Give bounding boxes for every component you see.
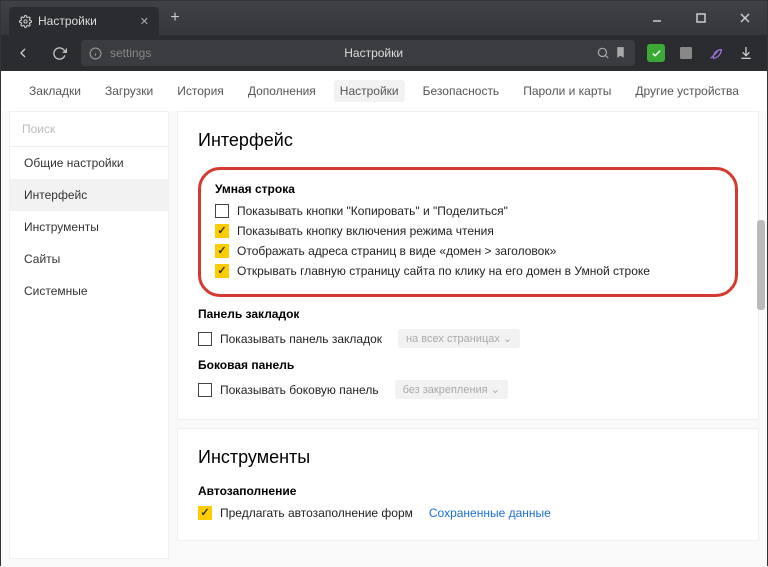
- smart-line-title: Умная строка: [215, 182, 721, 196]
- section-heading-tools: Инструменты: [198, 447, 738, 468]
- top-nav: Закладки Загрузки История Дополнения Настрой…: [1, 71, 767, 111]
- card-interface: Интерфейс Умная строка Показывать кнопки…: [177, 111, 759, 420]
- protect-icon[interactable]: [643, 40, 669, 66]
- sidebar-item[interactable]: Системные: [10, 275, 168, 307]
- checkbox-autofill[interactable]: [198, 506, 212, 520]
- autofill-title: Автозаполнение: [198, 484, 738, 498]
- back-button[interactable]: [9, 39, 37, 67]
- topnav-item[interactable]: История: [171, 80, 230, 102]
- topnav-item[interactable]: Пароли и карты: [517, 80, 617, 102]
- autofill-row: Предлагать автозаполнение форм Сохраненн…: [198, 506, 738, 520]
- scrollbar-thumb[interactable]: [757, 220, 765, 310]
- sidebar-item[interactable]: Инструменты: [10, 211, 168, 243]
- option-row: Показывать кнопки "Копировать" и "Подели…: [215, 204, 721, 218]
- bookmarks-panel-title: Панель закладок: [198, 307, 738, 321]
- chevron-down-icon: ⌄: [503, 333, 512, 345]
- topnav-item[interactable]: Настройки: [334, 80, 405, 102]
- checkbox[interactable]: [215, 224, 229, 238]
- search-icon[interactable]: [596, 46, 610, 60]
- sidepanel-mode-pill[interactable]: без закрепления ⌄: [395, 380, 508, 399]
- checkbox[interactable]: [215, 204, 229, 218]
- bookmark-icon[interactable]: [614, 46, 627, 60]
- card-tools: Инструменты Автозаполнение Предлагать ав…: [177, 428, 759, 541]
- sidebar-item[interactable]: Интерфейс: [10, 179, 168, 211]
- minimize-button[interactable]: [635, 1, 679, 35]
- url-text: settings: [110, 46, 151, 60]
- checkbox-show-sidepanel[interactable]: [198, 383, 212, 397]
- topnav-item[interactable]: Другие устройства: [629, 80, 745, 102]
- reload-button[interactable]: [45, 39, 73, 67]
- sidebar-item[interactable]: Сайты: [10, 243, 168, 275]
- section-heading-interface: Интерфейс: [198, 130, 738, 151]
- feather-icon[interactable]: [703, 40, 729, 66]
- checkbox-label: Предлагать автозаполнение форм: [220, 506, 413, 520]
- bookmarks-row: Показывать панель закладок на всех стран…: [198, 329, 738, 348]
- settings-sidebar: Поиск Общие настройкиИнтерфейсИнструмент…: [9, 111, 169, 559]
- option-row: Отображать адреса страниц в виде «домен …: [215, 244, 721, 258]
- maximize-button[interactable]: [679, 1, 723, 35]
- option-row: Открывать главную страницу сайта по клик…: [215, 264, 721, 278]
- bookmarks-scope-pill[interactable]: на всех страницах ⌄: [398, 329, 520, 348]
- checkbox-label: Отображать адреса страниц в виде «домен …: [237, 244, 556, 258]
- smart-line-group: Умная строка Показывать кнопки "Копирова…: [198, 167, 738, 297]
- main-area: Поиск Общие настройкиИнтерфейсИнструмент…: [1, 111, 767, 567]
- sidepanel-title: Боковая панель: [198, 358, 738, 372]
- sidebar-item[interactable]: Общие настройки: [10, 147, 168, 179]
- checkbox-label: Показывать кнопки "Копировать" и "Подели…: [237, 204, 508, 218]
- downloads-icon[interactable]: [733, 40, 759, 66]
- close-tab-icon[interactable]: ✕: [140, 15, 149, 28]
- gear-icon: [19, 15, 32, 28]
- address-field[interactable]: settings Настройки: [81, 40, 635, 66]
- checkbox[interactable]: [215, 264, 229, 278]
- saved-data-link[interactable]: Сохраненные данные: [429, 506, 551, 520]
- topnav-item[interactable]: Безопасность: [417, 80, 506, 102]
- topnav-item[interactable]: Дополнения: [242, 80, 322, 102]
- topnav-item[interactable]: Закладки: [23, 80, 87, 102]
- sidebar-search[interactable]: Поиск: [10, 112, 168, 147]
- content-pane: Интерфейс Умная строка Показывать кнопки…: [177, 111, 759, 559]
- new-tab-button[interactable]: +: [161, 4, 189, 32]
- topnav-item[interactable]: Загрузки: [99, 80, 159, 102]
- sidepanel-row: Показывать боковую панель без закреплени…: [198, 380, 738, 399]
- address-bar: settings Настройки: [1, 35, 767, 71]
- site-info-icon[interactable]: [89, 47, 102, 60]
- checkbox-label: Показывать кнопку включения режима чтени…: [237, 224, 494, 238]
- chevron-down-icon: ⌄: [491, 384, 500, 396]
- option-row: Показывать кнопку включения режима чтени…: [215, 224, 721, 238]
- checkbox-label: Показывать боковую панель: [220, 383, 379, 397]
- checkbox-show-bookmarks[interactable]: [198, 332, 212, 346]
- checkbox[interactable]: [215, 244, 229, 258]
- extension-square-icon[interactable]: [673, 40, 699, 66]
- titlebar: Настройки ✕ +: [1, 1, 767, 35]
- checkbox-label: Открывать главную страницу сайта по клик…: [237, 264, 650, 278]
- checkbox-label: Показывать панель закладок: [220, 332, 382, 346]
- tab-title: Настройки: [38, 14, 97, 28]
- close-window-button[interactable]: [723, 1, 767, 35]
- address-title: Настройки: [159, 46, 588, 60]
- browser-tab[interactable]: Настройки ✕: [9, 7, 159, 35]
